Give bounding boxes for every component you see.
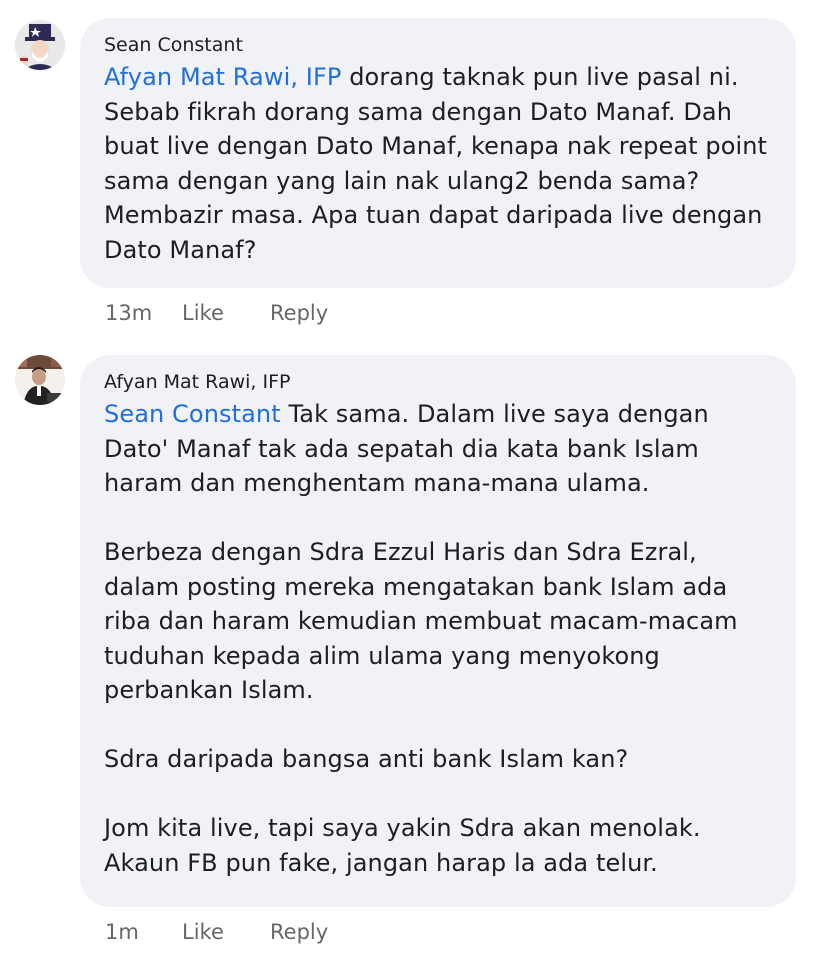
comment-bubble: Sean Constant Afyan Mat Rawi, IFP dorang… [80, 18, 796, 288]
comment-paragraph: Jom kita live, tapi saya yakin Sdra akan… [104, 814, 701, 877]
reply-button[interactable]: Reply [270, 301, 328, 331]
comment-bubble: Afyan Mat Rawi, IFP Sean Constant Tak sa… [80, 355, 796, 907]
mention-link[interactable]: Sean Constant [104, 400, 281, 428]
comment-paragraph: Sean Constant Tak sama. Dalam live saya … [104, 397, 770, 501]
comment-text: Afyan Mat Rawi, IFP dorang taknak pun li… [104, 60, 770, 267]
uncle-sam-avatar-icon[interactable] [15, 20, 65, 70]
comment-author[interactable]: Afyan Mat Rawi, IFP [104, 369, 770, 395]
comment-author[interactable]: Sean Constant [104, 32, 770, 58]
comment-paragraph: Sdra daripada bangsa anti bank Islam kan… [104, 745, 629, 773]
person-avatar-icon[interactable] [15, 355, 65, 405]
comment-paragraph: Berbeza dengan Sdra Ezzul Haris dan Sdra… [104, 538, 738, 704]
comment-text: Sean Constant Tak sama. Dalam live saya … [104, 397, 770, 880]
mention-link[interactable]: Afyan Mat Rawi, IFP [104, 63, 341, 91]
comment-actions: 13m Like Reply [105, 301, 328, 331]
comment-body-text: dorang taknak pun live pasal ni. Sebab f… [104, 63, 768, 264]
reply-button[interactable]: Reply [270, 920, 328, 950]
comment-actions: 1m Like Reply [105, 920, 328, 950]
like-button[interactable]: Like [182, 301, 270, 331]
like-button[interactable]: Like [182, 920, 270, 950]
comment-timestamp[interactable]: 13m [105, 301, 182, 331]
comment-timestamp[interactable]: 1m [105, 920, 182, 950]
